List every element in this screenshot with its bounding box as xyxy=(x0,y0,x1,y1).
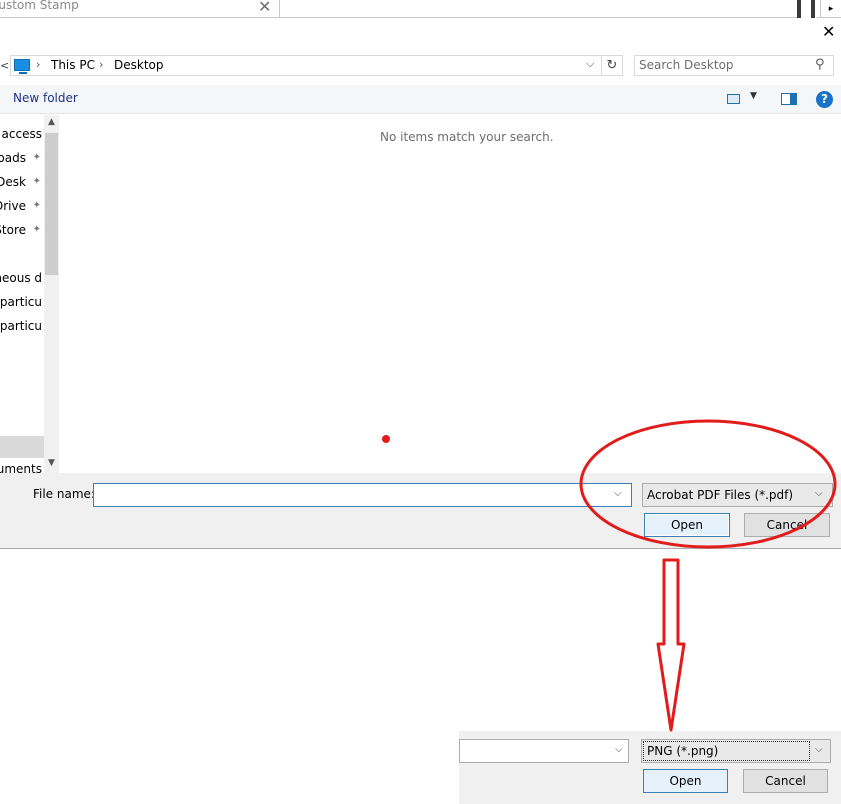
nav-item-folder-1[interactable]: Miscellaneous d xyxy=(0,268,44,290)
nav-selection-highlight xyxy=(0,436,44,458)
nav-item-label: Miscellaneous d xyxy=(0,271,42,285)
file-type-select[interactable]: Acrobat PDF Files (*.pdf) ⌵ xyxy=(642,483,833,507)
empty-message: No items match your search. xyxy=(380,130,554,144)
nav-item-downloads[interactable]: Downloads ✦ xyxy=(0,148,44,170)
focus-outline: PNG (*.png) xyxy=(643,741,810,761)
nav-item-store[interactable]: Store ✦ xyxy=(0,220,44,242)
nav-item-label: OneDrive xyxy=(0,199,26,213)
breadcrumb-desktop[interactable]: Desktop xyxy=(114,58,164,72)
nav-item-onedrive[interactable]: OneDrive ✦ xyxy=(0,196,44,218)
dialog-close-icon[interactable]: ✕ xyxy=(822,22,835,41)
navigation-pane: Quick access Downloads ✦ Desk ✦ OneDrive… xyxy=(0,115,44,473)
file-type-value: Acrobat PDF Files (*.pdf) xyxy=(647,488,794,502)
search-box[interactable]: ⚲ xyxy=(634,55,834,76)
scroll-down-icon[interactable]: ▼ xyxy=(44,458,59,468)
inset-file-type-select[interactable]: PNG (*.png) ⌵ xyxy=(641,739,831,763)
toolbar: New folder ▼ ? xyxy=(0,85,841,114)
chevron-right-icon[interactable]: › xyxy=(99,58,103,71)
nav-item-documents[interactable]: Documents xyxy=(0,459,44,473)
nav-item-label: Small particu xyxy=(0,295,42,309)
dialog-footer: File name: ⌵ Acrobat PDF Files (*.pdf) ⌵… xyxy=(0,473,841,549)
pin-icon: ✦ xyxy=(32,200,41,211)
open-button[interactable]: Open xyxy=(644,513,730,537)
inset-file-type-value: PNG (*.png) xyxy=(647,744,719,758)
nav-item-desk[interactable]: Desk ✦ xyxy=(0,172,44,194)
pin-icon: ✦ xyxy=(32,176,41,187)
window-frame-edge xyxy=(797,0,817,18)
inset-dialog-footer: ⌵ PNG (*.png) ⌵ Open Cancel xyxy=(459,731,841,804)
chevron-down-icon[interactable]: ⌵ xyxy=(615,744,623,755)
annotation-arrow xyxy=(656,558,686,732)
file-list-pane[interactable]: No items match your search. xyxy=(60,115,841,473)
inset-file-name-combo[interactable]: ⌵ xyxy=(459,739,629,763)
search-icon[interactable]: ⚲ xyxy=(815,57,825,72)
scroll-right-button[interactable]: ▸ xyxy=(820,0,841,18)
nav-item-label: Small particu xyxy=(0,319,42,333)
annotation-dot xyxy=(382,435,390,443)
search-input[interactable] xyxy=(639,58,809,72)
back-chevron-icon[interactable]: < xyxy=(0,59,9,72)
nav-item-folder-3[interactable]: Small particu xyxy=(0,316,44,338)
breadcrumb-this-pc[interactable]: This PC xyxy=(51,58,95,72)
nav-item-quick-access[interactable]: Quick access xyxy=(0,124,44,146)
cancel-button[interactable]: Cancel xyxy=(744,513,830,537)
pin-icon: ✦ xyxy=(32,152,41,163)
nav-item-label: Documents xyxy=(0,462,42,473)
file-name-combo[interactable]: ⌵ xyxy=(93,483,632,507)
scrollbar-thumb[interactable] xyxy=(45,133,58,275)
scroll-up-icon[interactable]: ▲ xyxy=(44,117,59,127)
nav-scrollbar[interactable]: ▲ ▼ xyxy=(44,115,59,473)
address-bar[interactable]: › This PC › Desktop ⌵ xyxy=(10,55,602,76)
nav-item-folder-2[interactable]: Small particu xyxy=(0,292,44,314)
inset-open-button[interactable]: Open xyxy=(643,769,728,793)
tab-label: Custom Stamp xyxy=(0,0,79,12)
chevron-down-icon[interactable]: ⌵ xyxy=(614,488,622,499)
close-icon[interactable]: ✕ xyxy=(258,0,271,16)
view-options-icon[interactable] xyxy=(727,94,740,104)
help-icon[interactable]: ? xyxy=(816,91,833,108)
refresh-button[interactable]: ↻ xyxy=(601,55,623,76)
file-name-input[interactable] xyxy=(97,487,597,501)
nav-item-label: Store xyxy=(0,223,26,237)
nav-item-label: Quick access xyxy=(0,127,42,141)
preview-pane-icon[interactable] xyxy=(781,93,797,105)
nav-item-label: Desk xyxy=(0,175,26,189)
new-folder-button[interactable]: New folder xyxy=(13,91,78,105)
pin-icon: ✦ xyxy=(32,224,41,235)
chevron-down-icon[interactable]: ▼ xyxy=(750,91,757,101)
chevron-down-icon[interactable]: ⌵ xyxy=(815,744,823,755)
computer-icon xyxy=(14,59,30,74)
chevron-down-icon[interactable]: ⌵ xyxy=(815,488,823,499)
nav-item-label: Downloads xyxy=(0,151,26,165)
inset-cancel-button[interactable]: Cancel xyxy=(743,769,828,793)
chevron-down-icon[interactable]: ⌵ xyxy=(586,57,594,71)
file-name-label: File name: xyxy=(33,487,95,501)
custom-stamp-tab[interactable]: Custom Stamp ✕ xyxy=(0,0,280,18)
chevron-right-icon[interactable]: › xyxy=(36,58,40,71)
